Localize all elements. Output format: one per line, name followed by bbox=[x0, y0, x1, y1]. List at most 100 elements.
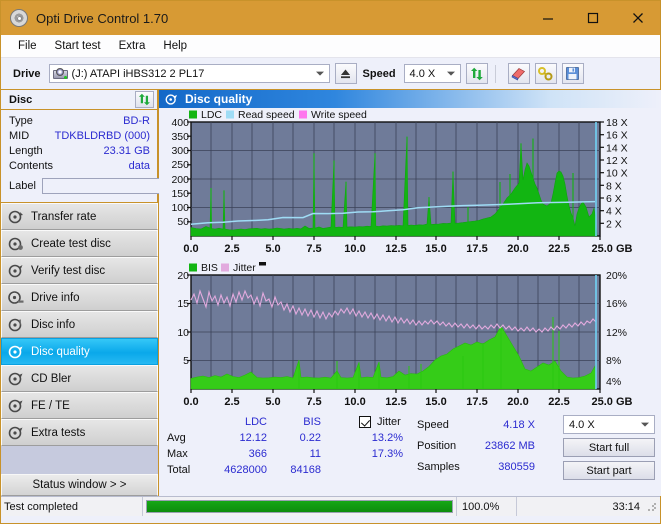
menu-extra[interactable]: Extra bbox=[110, 38, 155, 54]
stats-header-bis: BIS bbox=[303, 416, 321, 428]
progress-percent: 100.0% bbox=[457, 497, 517, 516]
drive-select-value: (J:) ATAPI iHBS312 2 PL17 bbox=[71, 67, 205, 80]
svg-text:10.0: 10.0 bbox=[344, 243, 365, 255]
svg-text:250: 250 bbox=[171, 159, 189, 171]
svg-text:10 X: 10 X bbox=[606, 168, 628, 180]
tools-button[interactable] bbox=[534, 63, 557, 84]
svg-text:10.0: 10.0 bbox=[344, 396, 365, 408]
disc-quality-icon bbox=[165, 93, 178, 106]
menu-bar: File Start test Extra Help bbox=[1, 35, 660, 58]
svg-text:25.0 GB: 25.0 GB bbox=[592, 243, 633, 255]
svg-text:17.5: 17.5 bbox=[466, 396, 487, 408]
menu-help[interactable]: Help bbox=[154, 38, 196, 54]
sidebar-spacer bbox=[1, 446, 158, 474]
svg-text:LDC: LDC bbox=[201, 109, 222, 121]
svg-text:10: 10 bbox=[177, 327, 189, 339]
disc-transfer-icon bbox=[8, 210, 24, 224]
svg-text:25.0 GB: 25.0 GB bbox=[592, 396, 633, 408]
status-message: Test completed bbox=[1, 497, 143, 516]
stats-right-table: Speed 4.18 X Position 23862 MB Samples 3… bbox=[417, 415, 539, 477]
sidebar-item-label: Transfer rate bbox=[31, 210, 97, 223]
main-panel: Disc quality LDC Read speed Write speed bbox=[159, 90, 661, 496]
svg-text:4 X: 4 X bbox=[606, 206, 622, 218]
svg-text:14 X: 14 X bbox=[606, 142, 628, 154]
progress-bar bbox=[143, 497, 457, 516]
disc-icon bbox=[10, 9, 28, 27]
drive-label: Drive bbox=[13, 67, 41, 80]
svg-text:Jitter: Jitter bbox=[233, 262, 256, 274]
svg-text:350: 350 bbox=[171, 131, 189, 143]
sidebar-item-disc-info[interactable]: Disc info bbox=[1, 311, 158, 338]
maximize-icon[interactable] bbox=[570, 1, 615, 35]
svg-text:2.5: 2.5 bbox=[224, 243, 239, 255]
sidebar-item-extra-tests[interactable]: Extra tests bbox=[1, 419, 158, 446]
stats-samples-value: 380559 bbox=[498, 461, 535, 474]
status-window-button[interactable]: Status window > > bbox=[1, 474, 158, 496]
svg-text:150: 150 bbox=[171, 188, 189, 200]
minimize-icon[interactable] bbox=[525, 1, 570, 35]
svg-text:7.5: 7.5 bbox=[306, 243, 321, 255]
sidebar-item-fe-te[interactable]: FE / TE bbox=[1, 392, 158, 419]
close-icon[interactable] bbox=[615, 1, 660, 35]
stats-max-jitter: 17.3% bbox=[371, 448, 403, 460]
svg-text:0.0: 0.0 bbox=[183, 396, 198, 408]
svg-text:16%: 16% bbox=[606, 298, 627, 310]
jitter-checkbox[interactable] bbox=[359, 416, 371, 428]
svg-text:8%: 8% bbox=[606, 355, 621, 367]
erase-button[interactable] bbox=[507, 63, 530, 84]
drive-select[interactable]: (J:) ATAPI iHBS312 2 PL17 bbox=[48, 64, 330, 83]
chevron-down-icon bbox=[315, 71, 324, 76]
sidebar-item-transfer-rate[interactable]: Transfer rate bbox=[1, 203, 158, 230]
speed-label: Speed bbox=[362, 67, 396, 80]
svg-text:200: 200 bbox=[171, 174, 189, 186]
stats-row-key: Total bbox=[167, 464, 191, 476]
stats-avg-ldc: 12.12 bbox=[239, 432, 267, 444]
stats-avg-jitter: 13.2% bbox=[371, 432, 403, 444]
disc-row-key: Type bbox=[9, 115, 33, 127]
eject-button[interactable] bbox=[334, 63, 357, 84]
svg-text:12.5: 12.5 bbox=[385, 396, 406, 408]
menu-start-test[interactable]: Start test bbox=[46, 38, 110, 54]
stats-max-bis: 11 bbox=[309, 448, 321, 460]
svg-text:2.5: 2.5 bbox=[224, 396, 239, 408]
sidebar-item-drive-info[interactable]: Drive info bbox=[1, 284, 158, 311]
sidebar-item-create-test-disc[interactable]: Create test disc bbox=[1, 230, 158, 257]
sidebar-item-disc-quality[interactable]: Disc quality bbox=[1, 338, 158, 365]
speed-select[interactable]: 4.0 X bbox=[403, 64, 461, 83]
toolbar-separator bbox=[494, 64, 496, 83]
start-full-button[interactable]: Start full bbox=[563, 438, 655, 457]
sidebar-item-label: Extra tests bbox=[31, 426, 86, 439]
window-title: Opti Drive Control 1.70 bbox=[36, 10, 169, 26]
disc-row-value: BD-R bbox=[123, 115, 150, 127]
disc-create-icon bbox=[8, 237, 24, 251]
svg-text:12 X: 12 X bbox=[606, 155, 628, 167]
disc-row-value: 23.31 GB bbox=[103, 145, 150, 157]
svg-text:22.5: 22.5 bbox=[548, 396, 569, 408]
start-part-button[interactable]: Start part bbox=[563, 461, 655, 480]
disc-panel-header: Disc bbox=[1, 90, 157, 110]
disc-panel: Disc Type BD-R MID TDKBLDRBD (000) Lengt… bbox=[1, 90, 244, 203]
test-speed-select[interactable]: 4.0 X bbox=[563, 415, 655, 434]
svg-text:400: 400 bbox=[171, 117, 189, 129]
toolbar: Drive (J:) ATAPI iHBS312 2 PL17 Speed 4.… bbox=[1, 58, 660, 90]
jitter-label: Jitter bbox=[377, 416, 401, 428]
sidebar-item-verify-test-disc[interactable]: Verify test disc bbox=[1, 257, 158, 284]
disc-refresh-button[interactable] bbox=[135, 91, 154, 108]
status-bar: Test completed 100.0% 33:14 bbox=[1, 496, 660, 516]
sidebar-item-cd-bler[interactable]: CD Bler bbox=[1, 365, 158, 392]
progress-fill bbox=[147, 501, 452, 512]
save-button[interactable] bbox=[561, 63, 584, 84]
menu-file[interactable]: File bbox=[9, 38, 46, 54]
drive-icon bbox=[52, 67, 68, 80]
svg-text:20.0: 20.0 bbox=[507, 243, 528, 255]
svg-text:20%: 20% bbox=[606, 270, 627, 282]
disc-row-type: Type BD-R bbox=[9, 114, 150, 129]
svg-text:300: 300 bbox=[171, 145, 189, 157]
disc-label-key: Label bbox=[9, 180, 36, 192]
refresh-button[interactable] bbox=[465, 63, 488, 84]
disc-row-key: Length bbox=[9, 145, 43, 157]
svg-text:Read speed: Read speed bbox=[238, 109, 295, 121]
svg-text:2 X: 2 X bbox=[606, 218, 622, 230]
speed-select-value: 4.0 X bbox=[409, 67, 436, 80]
resize-grip-icon[interactable] bbox=[646, 500, 658, 513]
